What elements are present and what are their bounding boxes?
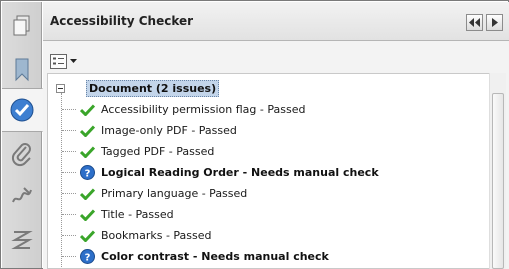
panel-header: Accessibility Checker — [43, 2, 509, 41]
options-list-icon — [50, 53, 67, 69]
options-menu-button[interactable] — [50, 52, 78, 70]
tree-item-logical-reading-order[interactable]: ? Logical Reading Order - Needs manual c… — [62, 162, 379, 183]
signature-icon[interactable] — [2, 174, 42, 218]
expand-panel-button[interactable] — [486, 14, 503, 31]
tree-item-title[interactable]: Title - Passed — [62, 204, 174, 225]
tree-item-color-contrast[interactable]: ? Color contrast - Needs manual check — [62, 246, 329, 267]
panel-title: Accessibility Checker — [50, 14, 194, 28]
collapse-toggle-icon[interactable] — [56, 84, 65, 93]
tree-item-primary-language[interactable]: Primary language - Passed — [62, 183, 247, 204]
pages-icon[interactable] — [2, 4, 42, 48]
tree-item-label: Title - Passed — [101, 208, 174, 221]
green-check-icon — [79, 207, 95, 223]
navigation-rail — [2, 2, 43, 268]
green-check-icon — [79, 102, 95, 118]
blue-question-icon: ? — [79, 249, 95, 265]
green-check-icon — [79, 144, 95, 160]
tree-item-tagged-pdf[interactable]: Tagged PDF - Passed — [62, 141, 214, 162]
vertical-scrollbar[interactable] — [489, 73, 506, 269]
collapse-panel-button[interactable] — [466, 14, 483, 31]
tree-item-label: Bookmarks - Passed — [101, 229, 212, 242]
content-order-icon[interactable] — [2, 218, 42, 262]
svg-text:?: ? — [84, 169, 90, 180]
root-label[interactable]: Document (2 issues) — [86, 80, 220, 97]
accessibility-checker-panel: Accessibility Checker Document (2 issues… — [43, 2, 509, 269]
panel-toolbar — [43, 42, 509, 72]
tree-item-label: Tagged PDF - Passed — [101, 145, 215, 158]
green-check-icon — [79, 186, 95, 202]
tree-item-image-only-pdf[interactable]: Image-only PDF - Passed — [62, 120, 237, 141]
tree-item-label: Color contrast - Needs manual check — [101, 250, 329, 263]
bookmark-icon[interactable] — [2, 48, 42, 92]
tree-item-label: Primary language - Passed — [101, 187, 248, 200]
tree-item-bookmarks[interactable]: Bookmarks - Passed — [62, 225, 212, 246]
chevron-down-icon — [70, 58, 77, 63]
tree-item-label: Accessibility permission flag - Passed — [101, 103, 306, 116]
green-check-icon — [79, 123, 95, 139]
scrollbar-thumb[interactable] — [492, 93, 504, 269]
tree-item-label: Logical Reading Order - Needs manual che… — [101, 166, 379, 179]
svg-text:?: ? — [84, 253, 90, 264]
tree-item-label: Image-only PDF - Passed — [101, 124, 237, 137]
tree-root-document[interactable]: Document (2 issues) — [56, 80, 220, 97]
results-tree: Document (2 issues) Accessibility permis… — [47, 73, 489, 269]
blue-question-icon: ? — [79, 165, 95, 181]
green-check-icon — [79, 228, 95, 244]
tree-item-accessibility-permission-flag[interactable]: Accessibility permission flag - Passed — [62, 99, 305, 120]
app-window: Accessibility Checker Document (2 issues… — [0, 0, 509, 269]
accessibility-check-icon[interactable] — [2, 88, 43, 132]
attachment-icon[interactable] — [2, 132, 42, 176]
